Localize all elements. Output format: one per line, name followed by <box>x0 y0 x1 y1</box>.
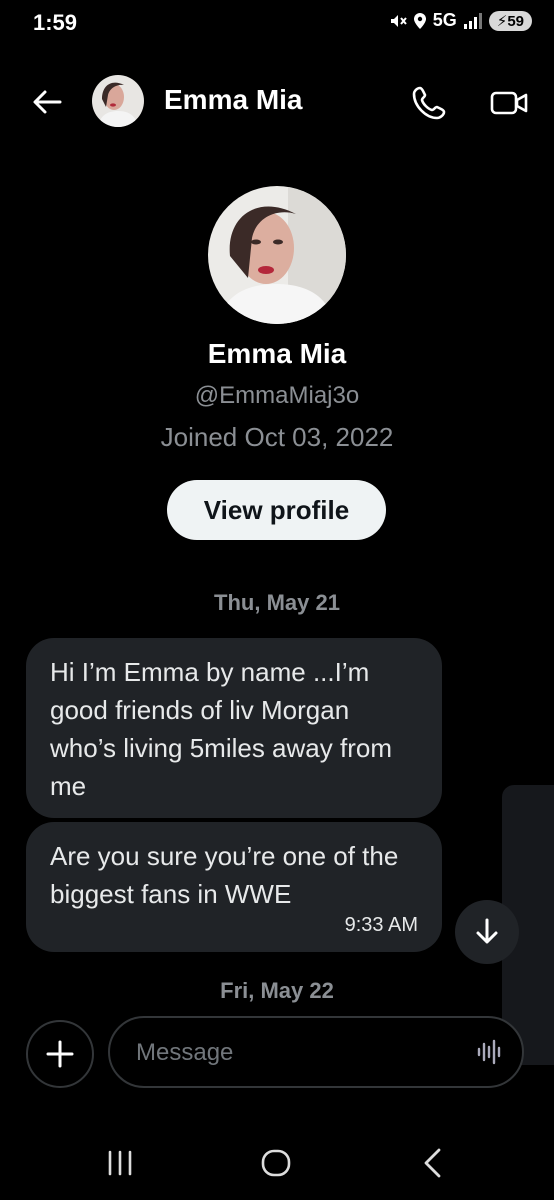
nav-back-icon[interactable] <box>418 1146 448 1180</box>
header-contact-name[interactable]: Emma Mia <box>164 84 303 116</box>
profile-handle: @EmmaMiaj3o <box>194 382 360 409</box>
plus-icon <box>46 1040 74 1068</box>
mute-icon <box>390 14 407 27</box>
voice-message-icon[interactable] <box>476 1038 504 1066</box>
home-icon[interactable] <box>259 1146 293 1180</box>
video-camera-icon[interactable] <box>490 88 528 118</box>
recent-apps-icon[interactable] <box>105 1148 135 1178</box>
date-separator: Fri, May 22 <box>220 978 334 1003</box>
status-icons: 5G ⚡59 <box>389 10 532 31</box>
profile-avatar[interactable] <box>208 186 346 324</box>
message-bubble[interactable]: Are you sure you’re one of the biggest f… <box>26 822 442 952</box>
phone-icon[interactable] <box>412 84 448 120</box>
back-arrow-icon[interactable] <box>30 85 64 119</box>
arrow-down-icon <box>476 918 498 944</box>
view-profile-button[interactable]: View profile <box>167 480 386 540</box>
message-bubble[interactable]: Hi I’m Emma by name ...I’m good friends … <box>26 638 442 818</box>
add-attachment-button[interactable] <box>26 1020 94 1088</box>
network-label: 5G <box>432 10 457 30</box>
message-time: 9:33 AM <box>344 914 418 936</box>
signal-icon <box>463 12 482 29</box>
avatar[interactable] <box>92 75 144 127</box>
message-text: Are you sure you’re one of the biggest f… <box>50 841 399 909</box>
profile-joined-date: Joined Oct 03, 2022 <box>160 422 394 452</box>
battery-level: 59 <box>507 12 524 30</box>
scroll-to-bottom-button[interactable] <box>455 900 519 964</box>
location-icon <box>413 12 426 29</box>
status-time: 1:59 <box>33 10 78 35</box>
message-text: Hi I’m Emma by name ...I’m good friends … <box>50 657 392 801</box>
message-placeholder: Message <box>136 1039 234 1066</box>
date-separator: Thu, May 21 <box>214 590 340 615</box>
profile-name: Emma Mia <box>207 338 347 369</box>
battery-icon: ⚡59 <box>488 10 532 31</box>
